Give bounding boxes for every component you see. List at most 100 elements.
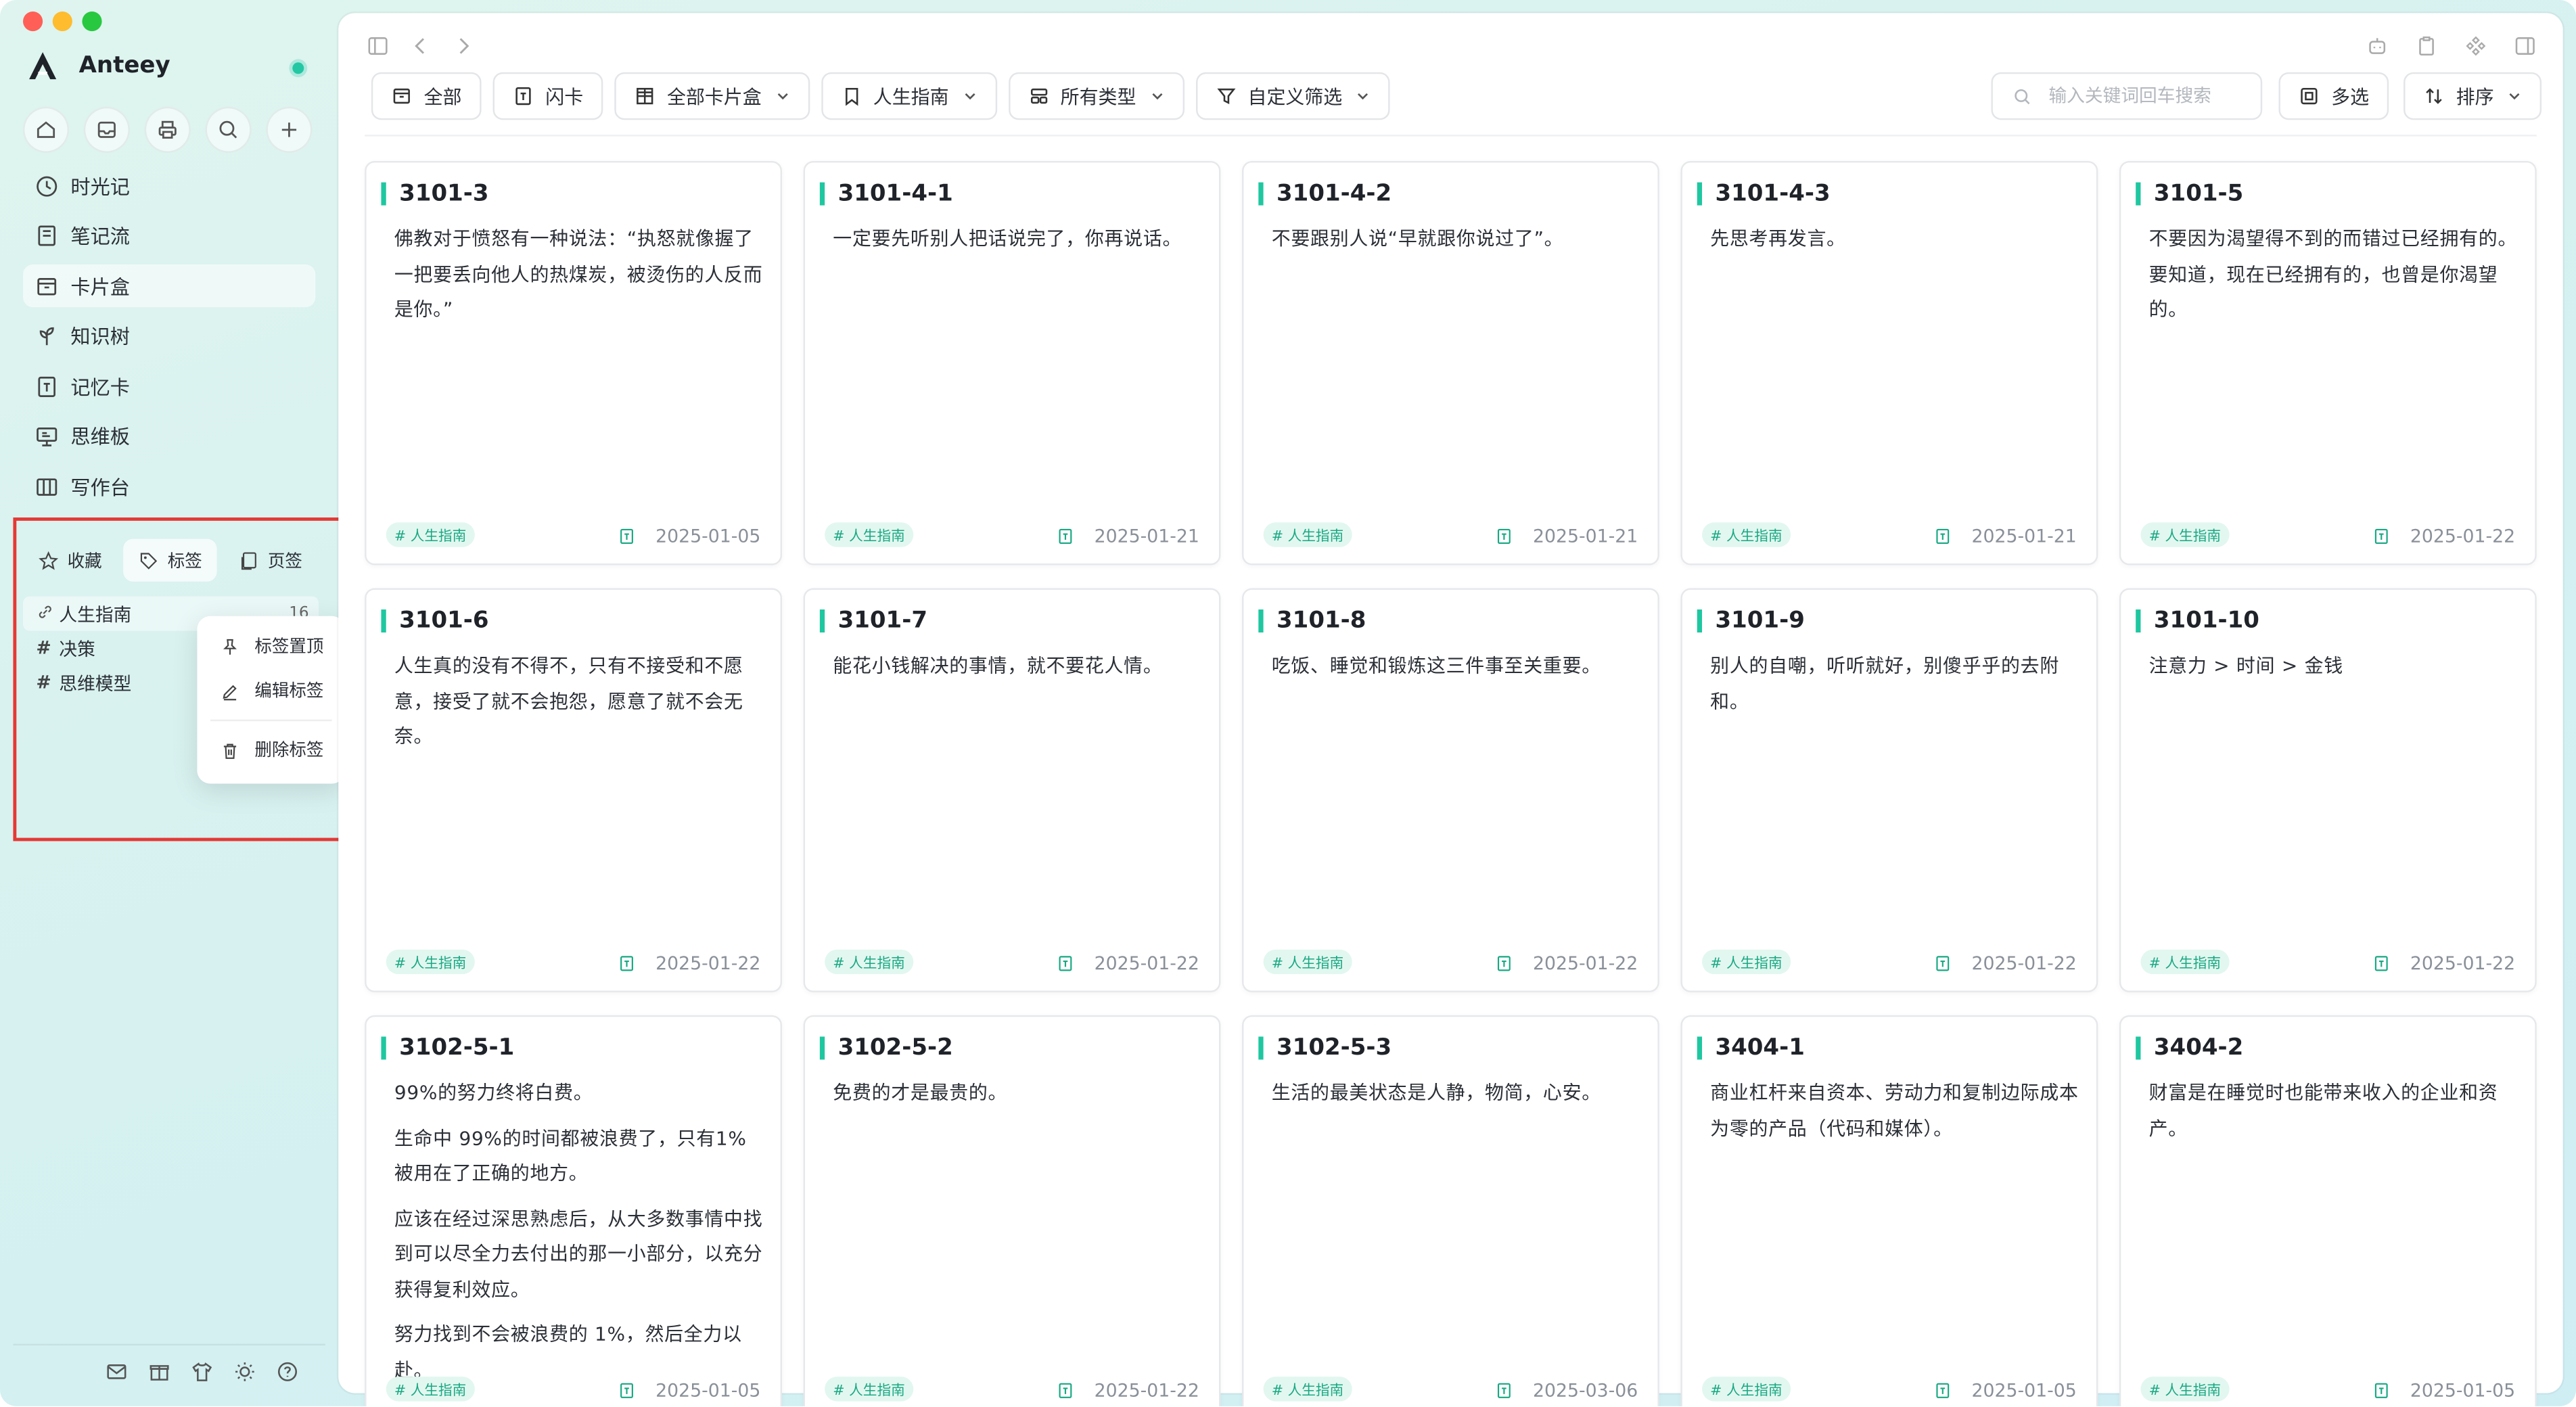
card[interactable]: 3101-10 注意力 > 时间 > 金钱 # 人生指南 2025-01-22	[2119, 588, 2537, 992]
card[interactable]: 3101-8 吃饭、睡觉和锻炼这三件事至关重要。 # 人生指南 2025-01-22	[1242, 588, 1659, 992]
card-tag[interactable]: # 人生指南	[1702, 949, 1791, 975]
card-date-text: 2025-01-05	[656, 526, 761, 547]
flashcard-icon	[620, 1383, 634, 1398]
main-panel: 全部 闪卡 全部卡片盒 人生指南 所有类型 自定义筛选 输入关键词回车搜索 多选…	[338, 13, 2563, 1406]
filter-custom-dropdown[interactable]: 自定义筛选	[1195, 72, 1390, 120]
card-body: 别人的自嘲，听听就好，别傻乎乎的去附和。	[1710, 649, 2082, 729]
chevron-down-icon	[2509, 93, 2520, 100]
card[interactable]: 3101-7 能花小钱解决的事情，就不要花人情。 # 人生指南 2025-01-22	[803, 588, 1221, 992]
nav-item-writing-desk[interactable]: 写作台	[23, 465, 315, 507]
filter-icon	[1216, 88, 1235, 105]
card-title: 3101-7	[819, 609, 927, 633]
card-tag[interactable]: # 人生指南	[1263, 949, 1352, 975]
nav-item-knowledge-tree[interactable]: 知识树	[23, 315, 315, 357]
search-button[interactable]	[205, 106, 252, 153]
shirt-icon[interactable]	[191, 1360, 214, 1383]
card-body: 财富是在睡觉时也能带来收入的企业和资产。	[2149, 1076, 2521, 1157]
card-tag[interactable]: # 人生指南	[2140, 1377, 2230, 1402]
card[interactable]: 3404-1 商业杠杆来自资本、劳动力和复制边际成本为零的产品（代码和媒体）。 # …	[1680, 1015, 2098, 1406]
flashcard-icon	[1936, 956, 1950, 971]
card-date: 2025-01-22	[2372, 953, 2515, 974]
card-tag[interactable]: # 人生指南	[1702, 522, 1791, 547]
filter-type-dropdown[interactable]: 所有类型	[1007, 72, 1184, 120]
card-date-text: 2025-01-21	[1094, 526, 1199, 547]
card[interactable]: 3101-6 人生真的没有不得不，只有不接受和不愿意，接受了就不会抱怨，愿意了就不…	[365, 588, 783, 992]
card[interactable]: 3101-5 不要因为渴望得不到的而错过已经拥有的。要知道，现在已经拥有的，也曾是…	[2119, 161, 2537, 566]
home-button[interactable]	[23, 106, 70, 153]
card[interactable]: 3101-4-2 不要跟别人说“早就跟你说过了”。 # 人生指南 2025-01-21	[1242, 161, 1659, 566]
card-tag[interactable]: # 人生指南	[825, 1377, 913, 1402]
card-paragraph: 注意力 > 时间 > 金钱	[2148, 653, 2343, 677]
card-tag[interactable]: # 人生指南	[2140, 949, 2230, 975]
card-tag[interactable]: # 人生指南	[1702, 1377, 1791, 1402]
card[interactable]: 3101-4-1 一定要先听别人把话说完了，你再说话。 # 人生指南 2025-01-…	[803, 161, 1221, 566]
card-box-icon	[37, 277, 57, 295]
checkbox-square-icon	[2301, 87, 2318, 105]
flashcard-icon	[2374, 528, 2388, 545]
card-body: 不要跟别人说“早就跟你说过了”。	[1272, 222, 1643, 267]
clipboard-button[interactable]	[2414, 33, 2440, 60]
card[interactable]: 3102-5-1 99%的努力终将白费。 生命中 99%的时间都被浪费了，只有1%被…	[365, 1015, 783, 1406]
print-button[interactable]	[144, 106, 191, 153]
card[interactable]: 3101-9 别人的自嘲，听听就好，别傻乎乎的去附和。 # 人生指南 2025-01-…	[1680, 588, 2098, 992]
nav-item-timeline[interactable]: 时光记	[23, 164, 315, 207]
nav-item-card-box[interactable]: 卡片盒	[23, 264, 316, 308]
search-input[interactable]	[2045, 83, 2249, 109]
card-tag[interactable]: # 人生指南	[2140, 522, 2230, 547]
nav-label: 卡片盒	[70, 275, 130, 298]
card-title: 3102-5-2	[819, 1036, 953, 1060]
add-button[interactable]	[266, 106, 313, 153]
help-icon[interactable]	[276, 1360, 299, 1383]
printer-icon	[158, 120, 177, 139]
card[interactable]: 3102-5-3 生活的最美状态是人静，物简，心安。 # 人生指南 2025-03-0…	[1242, 1015, 1659, 1406]
card[interactable]: 3102-5-2 免费的才是最贵的。 # 人生指南 2025-01-22	[803, 1015, 1221, 1406]
card-paragraph: 吃饭、睡觉和锻炼这三件事至关重要。	[1271, 653, 1601, 677]
inbox-icon	[97, 121, 116, 138]
card-tag[interactable]: # 人生指南	[386, 1377, 475, 1402]
card-tag[interactable]: # 人生指南	[386, 522, 475, 547]
nav-item-memory-card[interactable]: 记忆卡	[23, 365, 315, 407]
filter-tag-dropdown[interactable]: 人生指南	[821, 72, 996, 120]
filter-flashcard-button[interactable]: 闪卡	[492, 72, 603, 120]
card[interactable]: 3101-4-3 先思考再发言。 # 人生指南 2025-01-21	[1680, 161, 2098, 566]
search-box	[1991, 72, 2263, 120]
card-title: 3101-4-2	[1258, 183, 1392, 206]
card-tag[interactable]: # 人生指南	[1263, 1377, 1352, 1402]
card-body: 99%的努力终将白费。 生命中 99%的时间都被浪费了，只有1%被用在了正确的地方…	[394, 1076, 766, 1398]
nav-item-note-stream[interactable]: 笔记流	[23, 214, 315, 257]
nav-item-mind-board[interactable]: 思维板	[23, 415, 315, 457]
gift-icon[interactable]	[148, 1360, 171, 1383]
toggle-right-panel-button[interactable]	[2512, 33, 2538, 60]
plugins-button[interactable]	[2462, 33, 2489, 60]
sort-dropdown[interactable]: 排序	[2404, 72, 2542, 120]
card-date: 2025-01-05	[618, 526, 760, 547]
inbox-button[interactable]	[83, 106, 130, 153]
filter-label: 人生指南	[873, 85, 949, 108]
card-tag[interactable]: # 人生指南	[825, 949, 913, 975]
card-title: 3101-8	[1258, 609, 1366, 633]
app-window: Anteey 时光记 笔记流 卡片盒 知识树 记忆卡 思维板 写作台 收藏 标签…	[0, 0, 2576, 1406]
card-paragraph: 不要因为渴望得不到的而错过已经拥有的。要知道，现在已经拥有的，也曾是你渴望的。	[2148, 227, 2518, 321]
card-tag[interactable]: # 人生指南	[1263, 522, 1352, 547]
sun-icon[interactable]	[233, 1360, 256, 1383]
card-paragraph: 一定要先听别人把话说完了，你再说话。	[833, 227, 1182, 250]
filter-all-button[interactable]: 全部	[371, 72, 482, 120]
card-body: 吃饭、睡觉和锻炼这三件事至关重要。	[1272, 649, 1643, 694]
forward-button[interactable]	[450, 33, 476, 60]
card-paragraph: 能花小钱解决的事情，就不要花人情。	[833, 653, 1163, 677]
card-title: 3404-2	[2136, 1036, 2243, 1060]
card-title: 3102-5-1	[381, 1036, 514, 1060]
card-tag[interactable]: # 人生指南	[825, 522, 913, 547]
multi-select-button[interactable]: 多选	[2278, 72, 2389, 120]
flashcard-icon	[2374, 956, 2388, 971]
toolbar-divider	[365, 135, 2537, 137]
mail-icon[interactable]	[105, 1360, 128, 1383]
card-tag[interactable]: # 人生指南	[386, 949, 475, 975]
filter-card-box-dropdown[interactable]: 全部卡片盒	[614, 72, 810, 120]
ai-assistant-button[interactable]	[2364, 33, 2391, 60]
card[interactable]: 3404-2 财富是在睡觉时也能带来收入的企业和资产。 # 人生指南 2025-01-…	[2119, 1015, 2537, 1406]
sprout-icon	[39, 327, 54, 346]
toggle-sidebar-button[interactable]	[365, 33, 391, 60]
card[interactable]: 3101-3 佛教对于愤怒有一种说法：“执怒就像握了一把要丢向他人的热煤炭，被烫伤…	[365, 161, 783, 566]
back-button[interactable]	[407, 33, 434, 60]
